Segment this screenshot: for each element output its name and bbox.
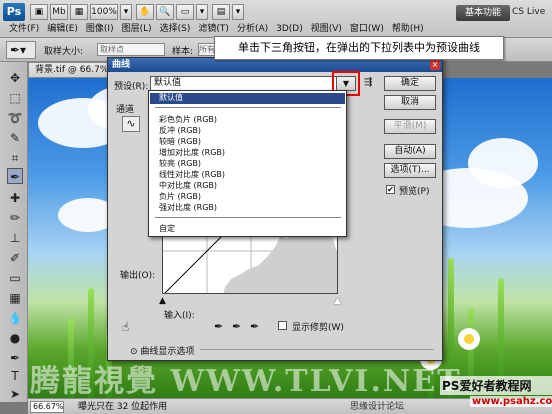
curve-display-options-expander[interactable]: ⊙ 曲线显示选项	[130, 344, 194, 357]
zoom-icon[interactable]: 🔍	[156, 4, 174, 20]
healing-brush-tool-icon[interactable]: ✚	[7, 190, 23, 206]
channel-label: 通道	[116, 105, 135, 115]
menu-window[interactable]: 窗口(W)	[347, 22, 387, 36]
divider	[200, 349, 434, 350]
move-tool-icon[interactable]: ✥	[7, 70, 23, 86]
ps-site-watermark: PS爱好者教程网	[440, 376, 552, 395]
dropdown-item-default[interactable]: 默认值	[150, 93, 345, 104]
input-label: 输入(I):	[164, 311, 195, 321]
sample-size-select[interactable]: 取样点	[97, 43, 165, 56]
menu-file[interactable]: 文件(F)	[6, 22, 42, 36]
chevron-down-icon[interactable]: ▾	[196, 4, 208, 20]
quick-select-tool-icon[interactable]: ✎	[7, 130, 23, 146]
zoom-level-select[interactable]: 100%	[90, 4, 118, 20]
path-selection-tool-icon[interactable]: ➤	[7, 386, 23, 402]
chevron-down-icon[interactable]: ▾	[120, 4, 132, 20]
preset-select[interactable]: 默认值	[150, 76, 356, 91]
show-clipping-checkbox[interactable]	[278, 321, 287, 330]
hand-icon[interactable]: ✋	[136, 4, 154, 20]
black-point-slider[interactable]: ▲	[159, 296, 166, 306]
black-eyedropper-icon[interactable]: ✒	[214, 320, 223, 333]
daisy-flower	[458, 328, 480, 350]
close-icon[interactable]: ×	[430, 60, 440, 70]
dropdown-item[interactable]: 增加对比度 (RGB)	[159, 148, 225, 158]
on-image-adjust-icon[interactable]: ☝	[122, 320, 129, 334]
status-text: 曝光只在 32 位起作用	[78, 402, 168, 412]
clone-stamp-tool-icon[interactable]: ⊥	[7, 230, 23, 246]
white-eyedropper-icon[interactable]: ✒	[250, 320, 259, 333]
lasso-tool-icon[interactable]: ➰	[7, 110, 23, 126]
preview-checkbox[interactable]: ✔	[386, 185, 395, 194]
ok-button[interactable]: 确定	[384, 76, 436, 91]
marquee-tool-icon[interactable]: ⬚	[7, 90, 23, 106]
options-button[interactable]: 选项(T)...	[384, 163, 436, 178]
cs-live-button[interactable]: CS Live	[512, 4, 550, 20]
status-watermark-text: 思缘设计论坛	[350, 402, 405, 412]
tlvi-watermark: 腾龍視覺 WWW.TLVI.NET	[30, 364, 462, 399]
dropdown-separator	[155, 107, 341, 108]
eraser-tool-icon[interactable]: ▭	[7, 270, 23, 286]
dropdown-item[interactable]: 反冲 (RGB)	[159, 126, 201, 136]
preset-dropdown-list: 默认值 彩色负片 (RGB) 反冲 (RGB) 较暗 (RGB) 增加对比度 (…	[148, 90, 347, 237]
brush-tool-icon[interactable]: ✏	[7, 210, 23, 226]
tools-panel: ✥ ⬚ ➰ ✎ ⌗ ✒ ✚ ✏ ⊥ ✐ ▭ ▦ 💧 ● ✒ T ➤	[0, 62, 28, 402]
dropdown-item[interactable]: 强对比度 (RGB)	[159, 203, 217, 213]
gray-eyedropper-icon[interactable]: ✒	[232, 320, 241, 333]
curve-edit-tool-icon[interactable]: ∿	[122, 116, 140, 132]
curve-display-options-label: 曲线显示选项	[140, 347, 195, 357]
menu-bar: 文件(F) 编辑(E) 图像(I) 图层(L) 选择(S) 滤镜(T) 分析(A…	[0, 22, 427, 36]
app-title-bar: Ps ▣ Mb ▦ 100% ▾ ✋ 🔍 ▭ ▾ ▤ ▾ 基本功能 CS Liv…	[0, 0, 552, 38]
dropdown-item[interactable]: 彩色负片 (RGB)	[159, 115, 217, 125]
dropdown-item[interactable]: 较暗 (RGB)	[159, 137, 201, 147]
menu-edit[interactable]: 编辑(E)	[44, 22, 81, 36]
dropdown-item[interactable]: 负片 (RGB)	[159, 192, 201, 202]
chevron-down-icon[interactable]: ▾	[232, 4, 244, 20]
eyedropper-tool-icon[interactable]: ✒	[7, 168, 23, 184]
menu-image[interactable]: 图像(I)	[83, 22, 117, 36]
preview-label: 预览(P)	[399, 187, 430, 197]
photoshop-logo: Ps	[3, 3, 25, 21]
crop-tool-icon[interactable]: ⌗	[7, 150, 23, 166]
psahz-watermark: www.psahz.com	[470, 396, 552, 407]
dropdown-item[interactable]: 线性对比度 (RGB)	[159, 170, 225, 180]
menu-help[interactable]: 帮助(H)	[389, 22, 427, 36]
eyedropper-tool-preset-icon[interactable]: ✒▾	[6, 41, 36, 59]
show-clipping-label: 显示修剪(W)	[292, 323, 344, 333]
sample-size-label: 取样大小:	[44, 47, 84, 57]
menu-filter[interactable]: 滤镜(T)	[195, 22, 232, 36]
preset-options-icon[interactable]: ⇶	[364, 77, 372, 88]
menu-layer[interactable]: 图层(L)	[119, 22, 155, 36]
arrange-documents-icon[interactable]: ▭	[176, 4, 194, 20]
dropdown-item-custom[interactable]: 自定	[159, 224, 175, 234]
menu-3d[interactable]: 3D(D)	[273, 22, 306, 36]
menu-analysis[interactable]: 分析(A)	[234, 22, 271, 36]
output-label: 输出(O):	[120, 271, 156, 281]
auto-button[interactable]: 自动(A)	[384, 144, 436, 159]
dropdown-item[interactable]: 较亮 (RGB)	[159, 159, 201, 169]
bridge-icon[interactable]: ▣	[30, 4, 48, 20]
type-tool-icon[interactable]: T	[7, 368, 23, 384]
menu-select[interactable]: 选择(S)	[157, 22, 194, 36]
view-extras-icon[interactable]: ▦	[70, 4, 88, 20]
minibridge-icon[interactable]: Mb	[50, 4, 68, 20]
sample-label: 样本:	[172, 47, 194, 57]
screen-mode-icon[interactable]: ▤	[212, 4, 230, 20]
preset-label: 预设(R):	[114, 82, 149, 92]
workspace-switcher-button[interactable]: 基本功能	[456, 5, 510, 21]
dialog-title: 曲线	[108, 58, 442, 72]
dropdown-item[interactable]: 中对比度 (RGB)	[159, 181, 217, 191]
white-point-slider[interactable]: ▲	[334, 296, 341, 306]
menu-view[interactable]: 视图(V)	[308, 22, 345, 36]
smooth-button[interactable]: 平滑(M)	[384, 119, 436, 134]
zoom-field[interactable]: 66.67%	[30, 401, 64, 413]
gradient-tool-icon[interactable]: ▦	[7, 290, 23, 306]
cancel-button[interactable]: 取消	[384, 95, 436, 110]
dropdown-separator	[155, 217, 341, 218]
blur-tool-icon[interactable]: 💧	[7, 310, 23, 326]
cloud-shape	[468, 138, 538, 188]
history-brush-tool-icon[interactable]: ✐	[7, 250, 23, 266]
dodge-tool-icon[interactable]: ●	[7, 330, 23, 346]
pen-tool-icon[interactable]: ✒	[7, 350, 23, 366]
instruction-callout: 单击下三角按钮，在弹出的下拉列表中为预设曲线	[214, 36, 504, 60]
